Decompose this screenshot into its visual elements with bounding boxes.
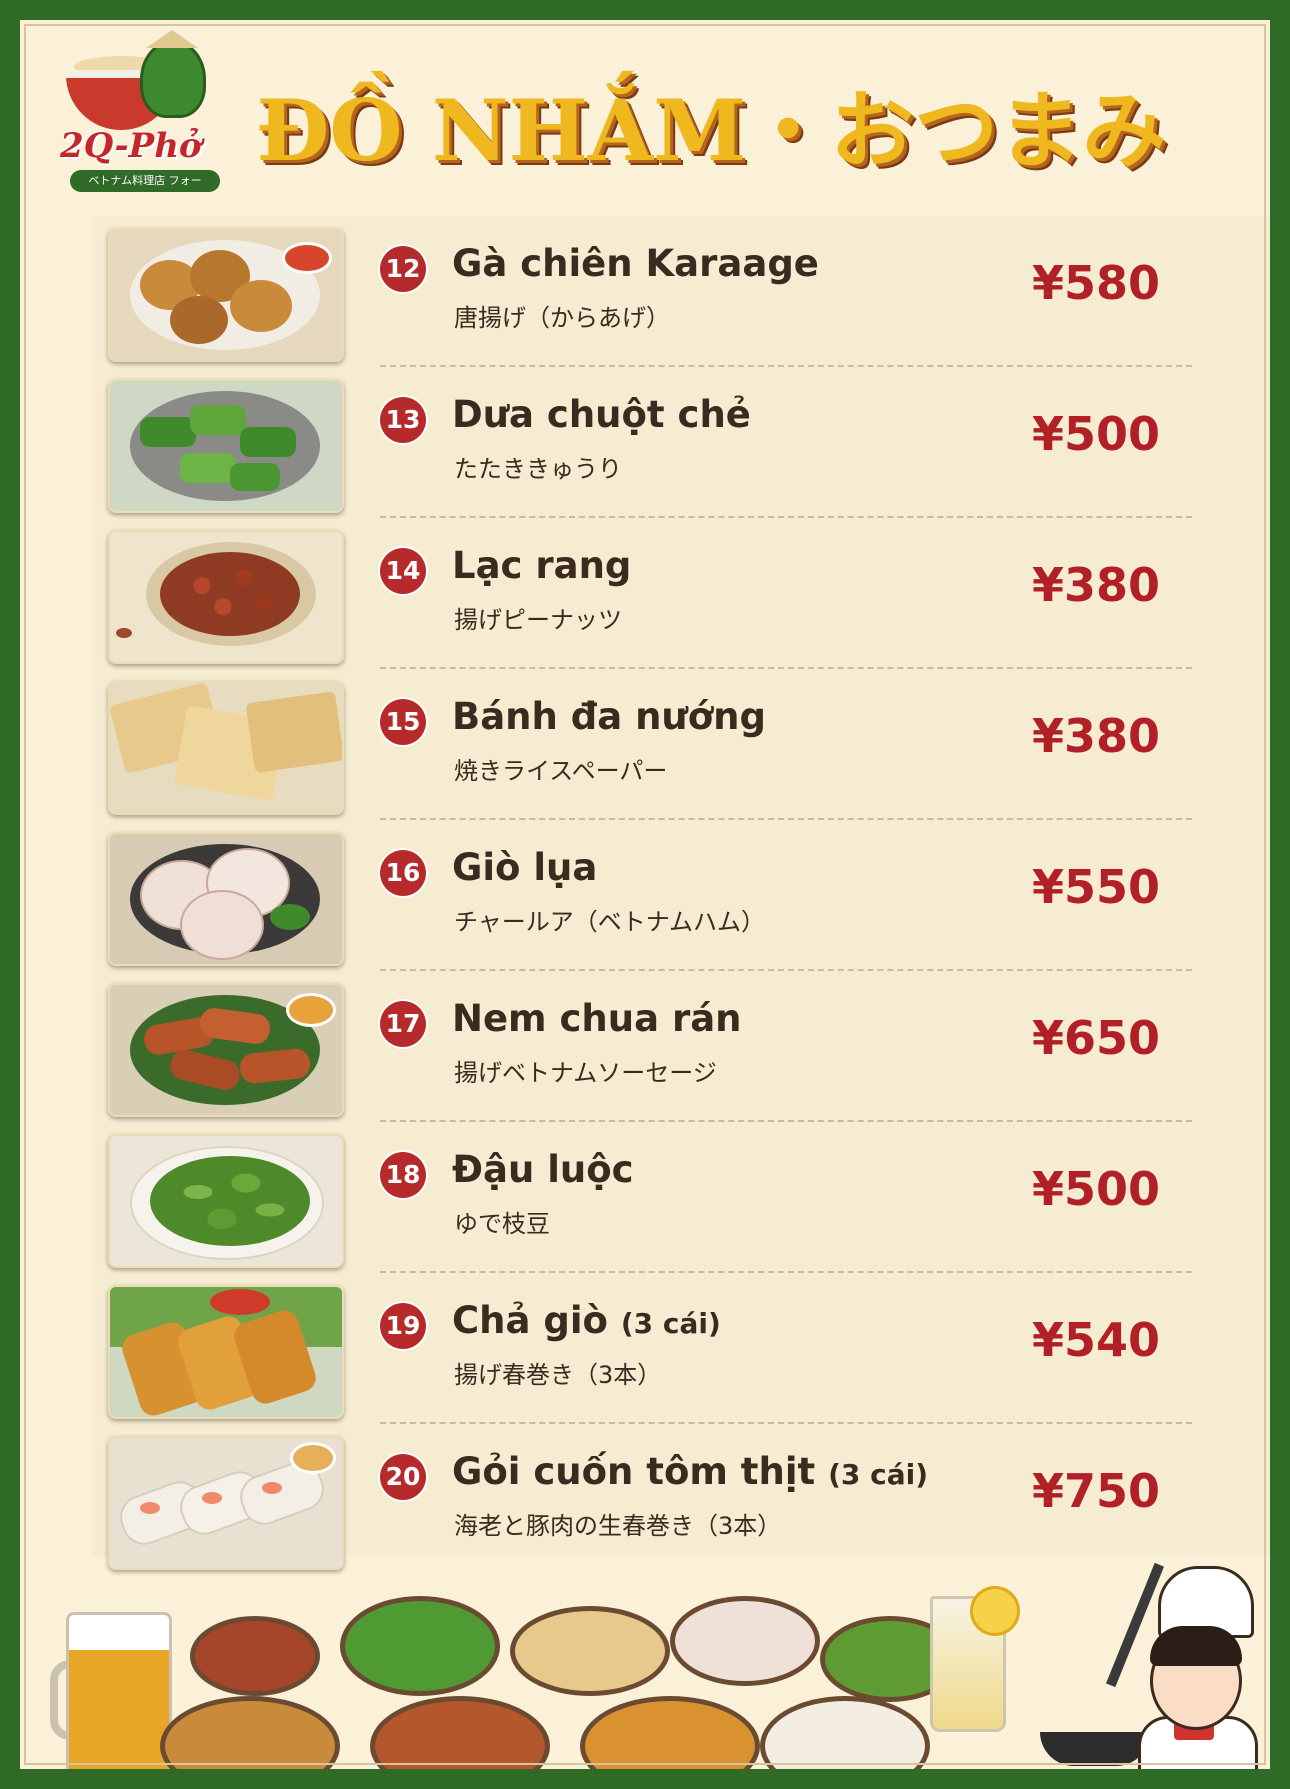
menu-item: 17 Nem chua rán 揚げベトナムソーセージ ¥650 <box>92 971 1270 1122</box>
item-price: ¥650 <box>1032 1011 1161 1065</box>
item-price: ¥500 <box>1032 407 1161 461</box>
item-name: Bánh đa nướng <box>452 695 1052 738</box>
ham-dish-icon <box>670 1596 820 1686</box>
item-number-badge: 16 <box>380 850 426 896</box>
item-number-badge: 17 <box>380 1001 426 1047</box>
item-name: Nem chua rán <box>452 997 1052 1040</box>
item-name-text: Gà chiên Karaage <box>452 242 819 285</box>
conical-hat-icon <box>146 30 198 48</box>
item-japanese-name: チャールア（ベトナムハム） <box>454 908 766 936</box>
item-number-badge: 15 <box>380 699 426 745</box>
peanuts-photo <box>108 530 344 664</box>
fresh-roll-photo <box>108 1436 344 1570</box>
item-name-text: Nem chua rán <box>452 997 742 1040</box>
item-name: Lạc rang <box>452 544 1052 587</box>
cucumber-dish-icon <box>340 1596 500 1696</box>
item-price: ¥540 <box>1032 1313 1161 1367</box>
item-price: ¥380 <box>1032 709 1161 763</box>
fried-sausage-photo <box>108 983 344 1117</box>
item-name-text: Giò lụa <box>452 846 598 889</box>
item-name-text: Chả giò <box>452 1299 608 1342</box>
cucumber-photo <box>108 379 344 513</box>
menu-item: 13 Dưa chuột chẻ たたききゅうり ¥500 <box>92 367 1270 518</box>
fresh-roll-dish-icon <box>760 1696 930 1769</box>
item-number-badge: 13 <box>380 397 426 443</box>
logo-tagline: ベトナム料理店 フォー <box>70 170 220 192</box>
karaage-photo <box>108 228 344 362</box>
chef-hair <box>1150 1626 1242 1666</box>
turtle-mascot-icon <box>140 40 206 118</box>
item-name: Chả giò (3 cái) <box>452 1299 1052 1342</box>
item-japanese-name: 海老と豚肉の生春巻き（3本） <box>454 1512 782 1540</box>
item-number-badge: 14 <box>380 548 426 594</box>
item-name: Giò lụa <box>452 846 1052 889</box>
item-price: ¥750 <box>1032 1464 1161 1518</box>
edamame-photo <box>108 1134 344 1268</box>
item-japanese-name: 唐揚げ（からあげ） <box>454 304 670 332</box>
cracker-dish-icon <box>510 1606 670 1696</box>
menu-item: 15 Bánh đa nướng 焼きライスペーパー ¥380 <box>92 669 1270 820</box>
item-name-text: Dưa chuột chẻ <box>452 393 751 436</box>
item-japanese-name: 焼きライスペーパー <box>454 757 668 785</box>
food-illustration-footer <box>40 1556 1270 1769</box>
spring-roll-dish-icon <box>580 1696 760 1769</box>
item-number-badge: 20 <box>380 1454 426 1500</box>
item-name: Đậu luộc <box>452 1148 1052 1191</box>
item-japanese-name: ゆで枝豆 <box>454 1210 550 1238</box>
item-number-badge: 18 <box>380 1152 426 1198</box>
item-price: ¥380 <box>1032 558 1161 612</box>
logo-name: 2Q-Phở <box>60 126 202 166</box>
menu-item: 20 Gỏi cuốn tôm thịt (3 cái) 海老と豚肉の生春巻き（… <box>92 1424 1270 1575</box>
item-name: Dưa chuột chẻ <box>452 393 1052 436</box>
item-number-badge: 12 <box>380 246 426 292</box>
rice-cracker-photo <box>108 681 344 815</box>
karaage-dish-icon <box>160 1696 340 1769</box>
menu-item: 19 Chả giò (3 cái) 揚げ春巻き（3本） ¥540 <box>92 1273 1270 1424</box>
item-name-text: Gỏi cuốn tôm thịt <box>452 1450 816 1493</box>
item-japanese-name: 揚げピーナッツ <box>454 606 622 634</box>
menu-item: 12 Gà chiên Karaage 唐揚げ（からあげ） ¥580 <box>92 216 1270 367</box>
menu-item: 16 Giò lụa チャールア（ベトナムハム） ¥550 <box>92 820 1270 971</box>
menu-page: 2Q-Phở ベトナム料理店 フォー ĐỒ NHẮM・おつまみ 12 Gà ch… <box>0 0 1290 1789</box>
item-name-text: Lạc rang <box>452 544 632 587</box>
menu-item: 14 Lạc rang 揚げピーナッツ ¥380 <box>92 518 1270 669</box>
item-price: ¥550 <box>1032 860 1161 914</box>
item-number-badge: 19 <box>380 1303 426 1349</box>
lemon-slice-icon <box>970 1586 1020 1636</box>
item-japanese-name: 揚げベトナムソーセージ <box>454 1059 717 1087</box>
restaurant-logo: 2Q-Phở ベトナム料理店 フォー <box>56 30 220 192</box>
frying-pan-icon <box>1040 1732 1150 1766</box>
peanut-dish-icon <box>190 1616 320 1696</box>
menu-item: 18 Đậu luộc ゆで枝豆 ¥500 <box>92 1122 1270 1273</box>
item-japanese-name: 揚げ春巻き（3本） <box>454 1361 662 1389</box>
page-title: ĐỒ NHẮM・おつまみ <box>256 81 1167 180</box>
item-price: ¥580 <box>1032 256 1161 310</box>
item-name-text: Đậu luộc <box>452 1148 634 1191</box>
item-quantity: (3 cái) <box>620 1307 721 1340</box>
sausage-dish-icon <box>370 1696 550 1769</box>
spring-roll-photo <box>108 1285 344 1419</box>
item-quantity: (3 cái) <box>828 1458 929 1491</box>
menu-list: 12 Gà chiên Karaage 唐揚げ（からあげ） ¥580 13 Dư… <box>92 216 1270 1570</box>
beer-mug-icon <box>66 1612 172 1769</box>
pork-roll-photo <box>108 832 344 966</box>
item-name: Gà chiên Karaage <box>452 242 1052 285</box>
item-japanese-name: たたききゅうり <box>454 455 622 483</box>
item-name-text: Bánh đa nướng <box>452 695 766 738</box>
item-name: Gỏi cuốn tôm thịt (3 cái) <box>452 1450 1052 1493</box>
item-price: ¥500 <box>1032 1162 1161 1216</box>
